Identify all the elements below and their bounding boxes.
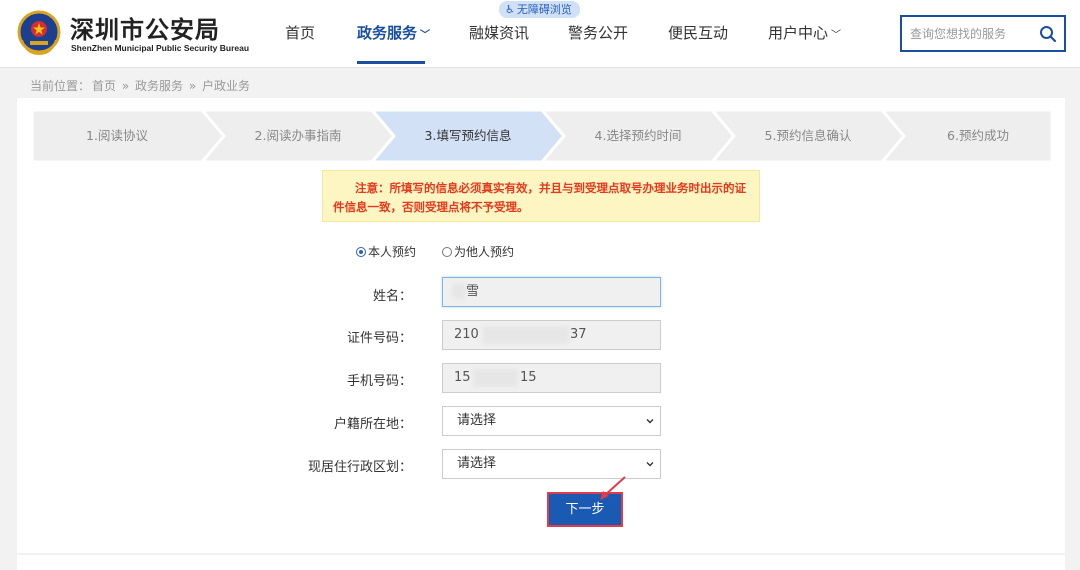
nav-item-media-news[interactable]: 融媒资讯 [469, 22, 529, 43]
phone-value-end: 15 [520, 370, 537, 385]
chevron-down-icon: ﹀ [831, 30, 842, 41]
wheelchair-icon: ♿ [505, 3, 515, 16]
breadcrumb: 当前位置： 首页 » 政务服务 » 户政业务 [30, 77, 252, 94]
nav-item-home[interactable]: 首页 [285, 22, 315, 43]
chevron-down-icon [646, 462, 654, 467]
radio-self-booking[interactable]: 本人预约 [356, 243, 416, 260]
search-box [900, 15, 1066, 52]
nav-item-label: 便民互动 [668, 24, 729, 42]
select-value: 请选择 [457, 456, 497, 471]
phone-value-start: 15 [454, 370, 471, 385]
site-header: 深圳市公安局 ShenZhen Municipal Public Securit… [0, 0, 1080, 68]
active-nav-indicator [357, 61, 425, 64]
select-value: 请选择 [457, 413, 497, 428]
residence-district-select[interactable]: 请选择 [442, 449, 661, 479]
id-number-value-start: 210 [454, 327, 479, 342]
phone-label: 手机号码： [346, 374, 412, 389]
id-number-field[interactable]: 210 37 [442, 320, 661, 350]
search-input[interactable] [910, 25, 1036, 43]
redaction-mask [452, 284, 466, 299]
step-4: 4.选择预约时间 [542, 110, 734, 162]
chevron-down-icon: ﹀ [420, 30, 431, 41]
notice-banner: 注意：所填写的信息必须真实有效，并且与到受理点取号办理业务时出示的证件信息一致，… [322, 170, 760, 222]
step-1: 1.阅读协议 [32, 110, 224, 162]
redaction-mask [473, 369, 518, 387]
step-6: 6.预约成功 [882, 110, 1052, 162]
chevron-down-icon [646, 419, 654, 424]
radio-button-checked[interactable] [356, 247, 366, 257]
step-label: 3.填写预约信息 [424, 128, 512, 143]
id-number-value-end: 37 [570, 327, 587, 342]
nav-item-government-services[interactable]: 政务服务 ﹀ [357, 22, 430, 43]
breadcrumb-separator: » [188, 79, 197, 93]
accessibility-label: 无障碍浏览 [516, 3, 572, 16]
id-number-label: 证件号码： [346, 331, 412, 346]
breadcrumb-government-services[interactable]: 政务服务 [135, 79, 183, 93]
nav-item-label: 融媒资讯 [469, 24, 530, 42]
nav-item-police-affairs[interactable]: 警务公开 [568, 22, 628, 43]
nav-item-user-center[interactable]: 用户中心 ﹀ [768, 22, 841, 43]
step-label: 2.阅读办事指南 [254, 128, 342, 143]
residence-district-label: 现居住行政区划： [307, 460, 412, 475]
notice-text: 注意：所填写的信息必须真实有效，并且与到受理点取号办理业务时出示的证件信息一致，… [333, 181, 746, 214]
radio-label: 为他人预约 [454, 245, 515, 259]
progress-steps: 1.阅读协议 2.阅读办事指南 3.填写预约信息 4.选择预约时间 5.预约信息确认 6.… [32, 110, 1052, 162]
step-label: 5.预约信息确认 [764, 128, 852, 143]
nav-item-label: 政务服务 [357, 24, 418, 42]
radio-button[interactable] [442, 247, 452, 257]
radio-label: 本人预约 [368, 245, 417, 259]
name-value: 雪 [466, 284, 480, 299]
content-panel-footer [17, 555, 1065, 570]
nav-item-interaction[interactable]: 便民互动 [668, 22, 728, 43]
household-location-label: 户籍所在地： [333, 417, 412, 432]
radio-other-booking[interactable]: 为他人预约 [442, 243, 514, 260]
brand-subtitle: ShenZhen Municipal Public Security Burea… [71, 43, 250, 53]
name-label: 姓名： [372, 289, 412, 304]
step-label: 1.阅读协议 [86, 128, 148, 143]
nav-item-label: 首页 [285, 24, 316, 42]
step-3: 3.填写预约信息 [372, 110, 564, 162]
breadcrumb-home[interactable]: 首页 [92, 79, 116, 93]
redaction-mask [483, 326, 569, 344]
breadcrumb-separator: » [121, 79, 130, 93]
step-label: 6.预约成功 [947, 128, 1009, 143]
nav-item-label: 警务公开 [568, 24, 629, 42]
breadcrumb-prefix: 当前位置： [30, 79, 91, 93]
step-5: 5.预约信息确认 [712, 110, 904, 162]
step-2: 2.阅读办事指南 [202, 110, 394, 162]
brand-title: 深圳市公安局 [70, 16, 220, 44]
household-location-select[interactable]: 请选择 [442, 406, 661, 436]
phone-field[interactable]: 15 15 [442, 363, 661, 393]
accessibility-button[interactable]: ♿ 无障碍浏览 [499, 1, 580, 18]
nav-item-label: 用户中心 [768, 24, 829, 42]
step-label: 4.选择预约时间 [594, 128, 682, 143]
breadcrumb-household-affairs: 户政业务 [202, 79, 251, 93]
search-icon[interactable] [1038, 24, 1058, 44]
police-emblem-logo[interactable] [16, 10, 62, 56]
name-field[interactable]: 雪 [442, 277, 661, 307]
annotation-arrow-icon [600, 476, 626, 500]
